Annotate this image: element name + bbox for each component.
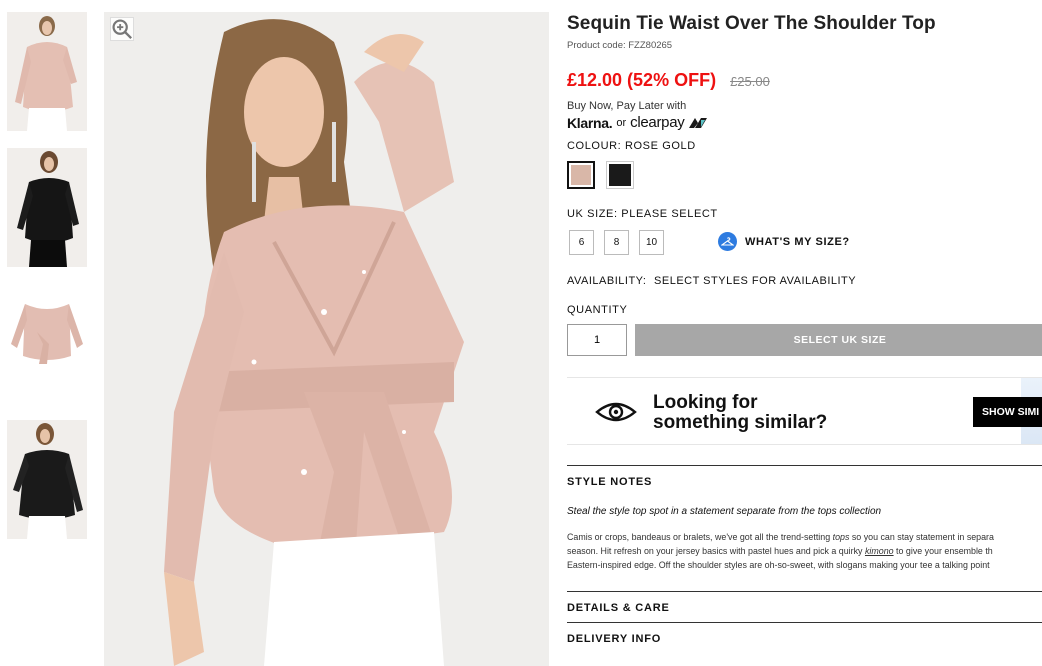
price-row: £12.00 (52% OFF) £25.00 (567, 70, 770, 91)
details-care-section: DETAILS & CARE (567, 591, 1042, 614)
thumbnail-flatlay[interactable] (7, 284, 87, 403)
bnpl-or: or (616, 116, 627, 129)
availability-label: AVAILABILITY: (567, 275, 647, 287)
bnpl-label: Buy Now, Pay Later with (567, 100, 687, 112)
similar-items-banner: Looking for something similar? SHOW SIMI (567, 377, 1042, 445)
swatch-rose-gold-fill (571, 165, 591, 185)
model-rose-sequin-top-image (104, 12, 549, 666)
thumbnail-front-rose-image (7, 12, 87, 131)
swatch-black-fill (609, 164, 631, 186)
magnifier-plus-icon (112, 19, 133, 40)
style-notes-line-1: Camis or crops, bandeaus or bralets, we'… (567, 530, 1042, 544)
style-notes-text: to give your ensemble th (893, 546, 993, 556)
klarna-logo[interactable]: Klarna. (567, 115, 613, 131)
style-notes-section: STYLE NOTES (567, 465, 1042, 488)
swatch-rose-gold[interactable] (567, 161, 595, 189)
size-label: UK SIZE: PLEASE SELECT (567, 208, 718, 220)
delivery-info-title[interactable]: DELIVERY INFO (567, 623, 1042, 645)
zoom-button[interactable] (110, 17, 134, 41)
size-option-6[interactable]: 6 (569, 230, 594, 255)
bnpl-providers: Klarna. or clearpay (567, 114, 708, 131)
similar-heading-line1: Looking for (653, 392, 758, 413)
size-option-10[interactable]: 10 (639, 230, 664, 255)
tops-link[interactable]: tops (833, 532, 850, 542)
availability: AVAILABILITY: SELECT STYLES FOR AVAILABI… (567, 275, 856, 287)
original-price: £25.00 (730, 74, 770, 89)
similar-heading: Looking for something similar? (653, 393, 827, 433)
delivery-info-section: DELIVERY INFO (567, 622, 1042, 645)
hanger-icon (718, 232, 737, 251)
style-notes-title[interactable]: STYLE NOTES (567, 466, 1042, 488)
style-notes-text: so you can stay statement in separa (849, 532, 994, 542)
thumbnail-flatlay-image (7, 284, 87, 403)
style-notes-body: Camis or crops, bandeaus or bralets, we'… (567, 530, 1042, 572)
availability-value: SELECT STYLES FOR AVAILABILITY (654, 275, 857, 287)
clearpay-logo[interactable]: clearpay (630, 114, 685, 131)
thumbnail-front-black-image (7, 148, 87, 267)
colour-label: COLOUR: ROSE GOLD (567, 140, 696, 152)
size-option-8[interactable]: 8 (604, 230, 629, 255)
thumbnail-side-black[interactable] (7, 420, 87, 539)
main-product-image[interactable] (104, 12, 549, 666)
quantity-label: QUANTITY (567, 304, 628, 316)
product-title: Sequin Tie Waist Over The Shoulder Top (567, 13, 936, 34)
size-options: 6 8 10 (569, 230, 664, 255)
show-similar-button[interactable]: SHOW SIMI (973, 397, 1042, 427)
style-notes-line-2: season. Hit refresh on your jersey basic… (567, 544, 1042, 558)
details-care-title[interactable]: DETAILS & CARE (567, 592, 1042, 614)
current-price: £12.00 (52% OFF) (567, 70, 717, 90)
size-guide-label: WHAT'S MY SIZE? (745, 235, 850, 248)
thumbnail-gallery (7, 12, 87, 556)
thumbnail-front-rose[interactable] (7, 12, 87, 131)
add-to-bag-button[interactable]: SELECT UK SIZE (635, 324, 1042, 356)
similar-heading-line2: something similar? (653, 412, 828, 433)
style-notes-text: Camis or crops, bandeaus or bralets, we'… (567, 532, 833, 542)
product-info-panel: Sequin Tie Waist Over The Shoulder Top P… (567, 0, 1042, 666)
quantity-input[interactable] (567, 324, 627, 356)
thumbnail-front-black[interactable] (7, 148, 87, 267)
colour-swatches (567, 161, 634, 189)
size-guide-link[interactable]: WHAT'S MY SIZE? (718, 232, 850, 251)
clearpay-arrows-icon (689, 117, 708, 128)
style-notes-lede: Steal the style top spot in a statement … (567, 506, 882, 517)
product-code: Product code: FZZ80265 (567, 40, 673, 51)
swatch-black[interactable] (606, 161, 634, 189)
style-notes-text: season. Hit refresh on your jersey basic… (567, 546, 865, 556)
kimono-link[interactable]: kimono (865, 546, 894, 556)
style-notes-line-3: Eastern-inspired edge. Off the shoulder … (567, 560, 990, 570)
eye-icon (595, 402, 637, 422)
thumbnail-side-black-image (7, 420, 87, 539)
